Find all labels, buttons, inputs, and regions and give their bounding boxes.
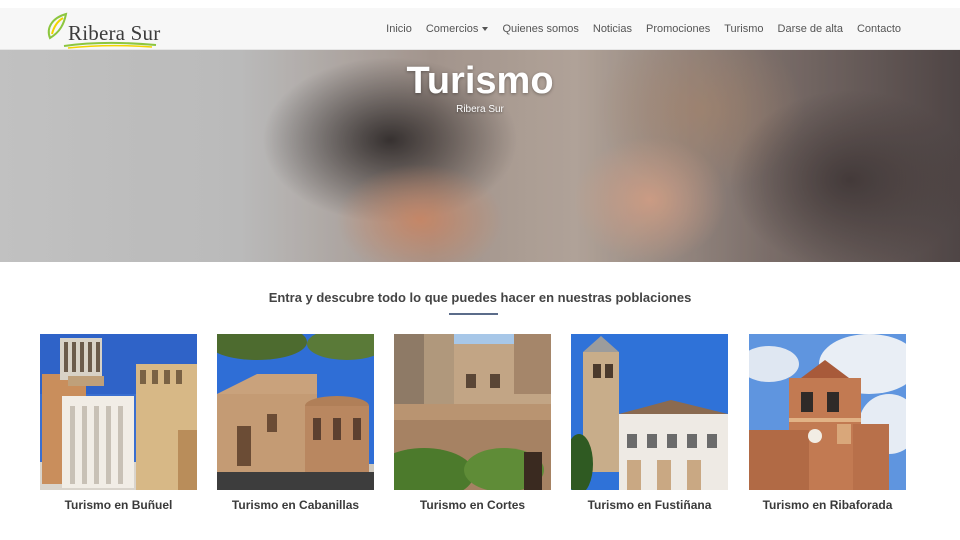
- nav-promociones[interactable]: Promociones: [639, 23, 717, 35]
- main-nav: Inicio Comercios Quienes somos Noticias …: [379, 8, 908, 50]
- logo-swoosh-icon: [63, 41, 157, 49]
- intro-heading: Entra y descubre todo lo que puedes hace…: [268, 290, 692, 305]
- town-cards: Turismo en Buñuel Turismo en Cabanillas: [40, 334, 906, 524]
- site-logo[interactable]: Ribera Sur: [44, 12, 162, 49]
- leaf-logo-icon: [47, 12, 68, 40]
- caret-down-icon: [482, 27, 489, 31]
- fustinana-church-photo[interactable]: [571, 334, 728, 490]
- card-ribaforada[interactable]: Turismo en Ribaforada: [749, 334, 906, 524]
- card-label-fustinana[interactable]: Turismo en Fustiñana: [561, 498, 738, 512]
- hero-banner: Turismo Ribera Sur: [0, 50, 960, 262]
- intro-divider: [449, 313, 498, 315]
- card-fustinana[interactable]: Turismo en Fustiñana: [571, 334, 728, 524]
- nav-turismo[interactable]: Turismo: [717, 23, 770, 35]
- card-bunuel[interactable]: Turismo en Buñuel: [40, 334, 197, 524]
- card-cortes[interactable]: Turismo en Cortes: [394, 334, 551, 524]
- nav-quienes-somos[interactable]: Quienes somos: [495, 23, 585, 35]
- page-subtitle: Ribera Sur: [456, 104, 504, 115]
- cortes-castle-photo[interactable]: [394, 334, 551, 490]
- card-cabanillas[interactable]: Turismo en Cabanillas: [217, 334, 374, 524]
- nav-darse-de-alta[interactable]: Darse de alta: [771, 23, 850, 35]
- card-label-cortes[interactable]: Turismo en Cortes: [384, 498, 561, 512]
- card-label-ribaforada[interactable]: Turismo en Ribaforada: [739, 498, 916, 512]
- card-label-bunuel[interactable]: Turismo en Buñuel: [30, 498, 207, 512]
- nav-comercios[interactable]: Comercios: [419, 23, 496, 35]
- ribaforada-belltower-photo[interactable]: [749, 334, 906, 490]
- nav-noticias[interactable]: Noticias: [586, 23, 639, 35]
- card-label-cabanillas[interactable]: Turismo en Cabanillas: [207, 498, 384, 512]
- site-header: Ribera Sur Inicio Comercios Quienes somo…: [0, 8, 960, 50]
- bunuel-tower-photo[interactable]: [40, 334, 197, 490]
- page-title: Turismo: [406, 60, 554, 102]
- cabanillas-church-photo[interactable]: [217, 334, 374, 490]
- nav-inicio[interactable]: Inicio: [379, 23, 419, 35]
- nav-contacto[interactable]: Contacto: [850, 23, 908, 35]
